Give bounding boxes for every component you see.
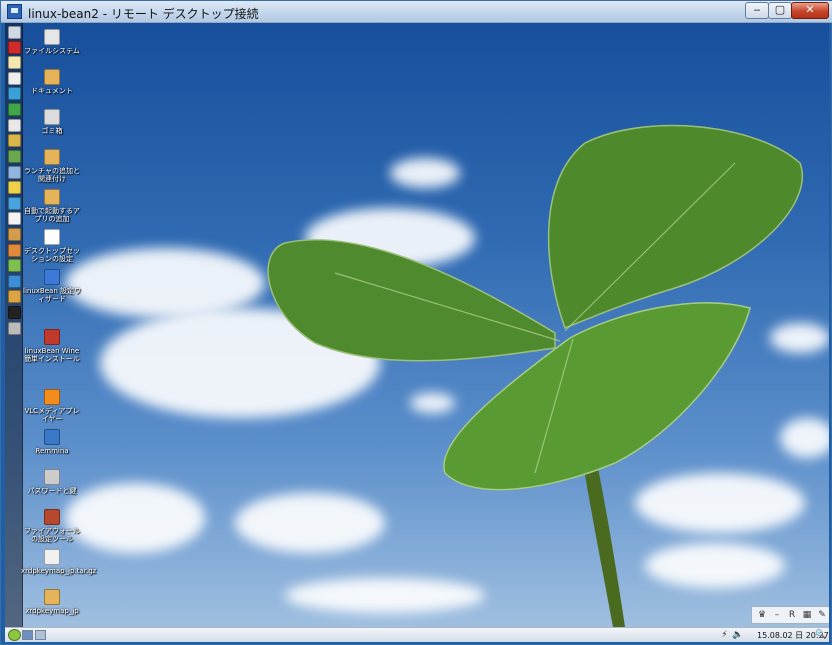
remmina-icon (44, 429, 60, 445)
clover-leaf-left (267, 239, 556, 362)
minimize-button[interactable]: ‒ (745, 2, 769, 19)
window-title: linux-bean2 - リモート デスクトップ接続 (28, 7, 259, 21)
opera-icon[interactable] (8, 41, 21, 54)
workspace-2[interactable] (35, 630, 46, 640)
folder-icon (44, 589, 60, 605)
volume-icon[interactable]: 🔈 (732, 629, 743, 641)
flower-icon[interactable] (8, 244, 21, 257)
desktop-icon[interactable]: デスクトップセッションの設定 (21, 229, 83, 263)
workspace-1[interactable] (22, 630, 33, 640)
desktop-icon-label: linuxBean Wine 簡単インストール (24, 347, 80, 363)
bottom-panel: ⚡ 🔈 15.08.02 日 20:27 🔍 (5, 627, 829, 642)
launcher-folder-icon (44, 149, 60, 165)
filemanager-icon[interactable] (8, 26, 21, 39)
desktop-icon[interactable]: VLCメディアプレイヤー (21, 389, 83, 423)
r-icon[interactable]: R (787, 610, 797, 620)
network-icon[interactable]: ⚡ (719, 629, 730, 641)
desktop-icon-label: linuxBean 設定ウィザード (23, 287, 81, 303)
wallpaper-cloud (65, 483, 205, 553)
desktop-icon-label: Remmina (35, 447, 69, 455)
green-app-icon[interactable] (8, 103, 21, 116)
wine-installer-icon (44, 329, 60, 345)
desktop-icon[interactable]: ゴミ箱 (21, 109, 83, 135)
close-button[interactable]: ✕ (791, 2, 829, 19)
screenshot-icon[interactable] (8, 166, 21, 179)
remote-desktop-icon (7, 4, 22, 19)
desktop-icon[interactable]: ファイアウォールの設定ツール (21, 509, 83, 543)
clover-leaf-right (547, 124, 803, 329)
pen-icon[interactable]: ✎ (817, 610, 827, 620)
arrow-tool-icon[interactable] (8, 181, 21, 194)
menu-button[interactable] (8, 629, 21, 641)
autostart-folder-icon (44, 189, 60, 205)
desktop-icon[interactable]: パスワードと鍵 (21, 469, 83, 495)
shutdown-icon[interactable] (8, 322, 21, 335)
editor-icon[interactable] (8, 72, 21, 85)
desktop-icon-label: xrdpkeymap_jp (25, 607, 79, 615)
media-icon[interactable] (8, 290, 21, 303)
passwords-keys-icon (44, 469, 60, 485)
desktop-icon-label: VLCメディアプレイヤー (24, 407, 80, 423)
image-viewer-icon[interactable] (8, 150, 21, 163)
desktop-icon[interactable]: Remmina (21, 429, 83, 455)
desktop-icon[interactable]: ファイルシステム (21, 29, 83, 55)
desktop-icon-label: デスクトップセッションの設定 (24, 247, 80, 263)
maximize-button[interactable]: ▢ (768, 2, 792, 19)
desktop-icon-label: ゴミ箱 (41, 127, 63, 135)
desktop-icon-label: ランチャの追加と関連付け (24, 167, 80, 183)
photo-icon[interactable] (8, 134, 21, 147)
filesystem-icon (44, 29, 60, 45)
desktop-icon[interactable]: 自動で起動するアプリの追加 (21, 189, 83, 223)
gear-icon[interactable] (8, 212, 21, 225)
desktop-area: ファイルシステム ドキュメント ゴミ箱ランチャの追加と関連付け 自動で起動するアプリの… (5, 23, 829, 627)
chart-icon[interactable] (8, 259, 21, 272)
desktop-icon-label: ファイアウォールの設定ツール (24, 527, 80, 543)
disc-icon[interactable] (8, 119, 21, 132)
desktop-icon-label: ファイルシステム (24, 47, 80, 55)
title-bar[interactable]: linux-bean2 - リモート デスクトップ接続 ‒ ▢ ✕ (1, 1, 832, 23)
desktop-icon[interactable]: ランチャの追加と関連付け (21, 149, 83, 183)
crown-icon[interactable]: ♛ (757, 610, 767, 620)
desktop-icon-label: ドキュメント (31, 87, 73, 95)
minus-icon[interactable]: – (772, 610, 782, 620)
desktop-icon-label: xrdpkeymap_jp.tar.gz (21, 567, 97, 575)
vlc-icon (44, 389, 60, 405)
desktop-icon[interactable]: linuxBean Wine 簡単インストール (21, 329, 83, 363)
documents-folder-icon (44, 69, 60, 85)
search-icon[interactable]: 🔍 (815, 629, 826, 641)
session-settings-icon (44, 229, 60, 245)
terminal-icon[interactable] (8, 306, 21, 319)
firewall-icon (44, 509, 60, 525)
desktop-icon[interactable]: xrdpkeymap_jp.tar.gz (21, 549, 97, 575)
globe-icon[interactable] (8, 275, 21, 288)
notes-icon[interactable] (8, 56, 21, 69)
package-icon[interactable] (8, 228, 21, 241)
remote-desktop-window: linux-bean2 - リモート デスクトップ接続 ‒ ▢ ✕ ファイルシス… (0, 0, 832, 645)
network-icon[interactable] (8, 87, 21, 100)
clover-stem (583, 463, 625, 627)
settings-wizard-icon (44, 269, 60, 285)
desktop-icon[interactable]: linuxBean 設定ウィザード (21, 269, 83, 303)
archive-file-icon (44, 549, 60, 565)
blue-app-icon[interactable] (8, 197, 21, 210)
desktop-icon[interactable]: xrdpkeymap_jp (21, 589, 83, 615)
desktop-icon-label: 自動で起動するアプリの追加 (24, 207, 80, 223)
tray-box: ♛ – R ▦ ✎ (751, 606, 829, 624)
desktop-icon-label: パスワードと鍵 (27, 487, 77, 495)
desktop-icon[interactable]: ドキュメント (21, 69, 83, 95)
grid-icon[interactable]: ▦ (802, 610, 812, 620)
trash-icon (44, 109, 60, 125)
clover-wallpaper (267, 124, 803, 627)
